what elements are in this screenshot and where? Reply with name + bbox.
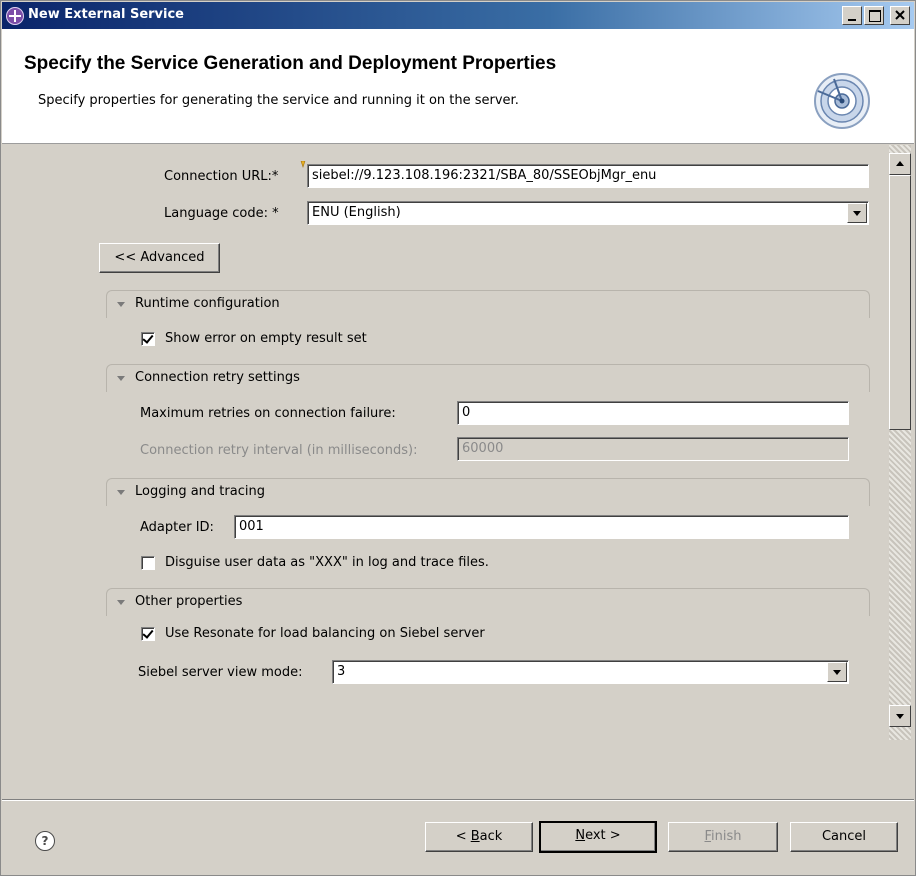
next-button[interactable]: Next > [539, 821, 657, 853]
scroll-thumb[interactable] [889, 175, 911, 430]
view-mode-value: 3 [337, 664, 346, 679]
close-button[interactable] [890, 6, 910, 25]
wizard-header: Specify the Service Generation and Deplo… [2, 29, 914, 144]
section-connection-retry[interactable]: Connection retry settings [106, 364, 870, 392]
show-error-label: Show error on empty result set [165, 331, 367, 346]
window-title: New External Service [28, 7, 184, 22]
retry-interval-label: Connection retry interval (in millisecon… [140, 443, 418, 458]
scroll-up-button[interactable] [889, 153, 911, 175]
connection-url-input[interactable]: siebel://9.123.108.196:2321/SBA_80/SSEOb… [307, 164, 869, 188]
back-prefix: < [455, 829, 471, 844]
minimize-button[interactable] [842, 6, 862, 25]
connection-url-label: Connection URL:* [164, 169, 279, 184]
use-resonate-label: Use Resonate for load balancing on Siebe… [165, 626, 485, 641]
expand-triangle-icon [117, 600, 125, 605]
vertical-scrollbar[interactable] [889, 145, 911, 740]
scroll-down-button[interactable] [889, 705, 911, 727]
back-rest: ack [479, 829, 503, 844]
max-retries-input[interactable]: 0 [457, 401, 849, 425]
language-code-label: Language code: * [164, 206, 279, 221]
section-label: Runtime configuration [135, 296, 280, 311]
use-resonate-checkbox[interactable] [141, 627, 155, 641]
back-button[interactable]: < Back [425, 822, 533, 852]
view-mode-label: Siebel server view mode: [138, 665, 303, 680]
disguise-user-data-checkbox[interactable] [141, 556, 155, 570]
adapter-id-label: Adapter ID: [140, 520, 214, 535]
advanced-button[interactable]: << Advanced [99, 243, 220, 273]
maximize-button[interactable] [864, 6, 884, 25]
wizard-banner-icon [814, 73, 870, 129]
page-description: Specify properties for generating the se… [38, 93, 519, 108]
retry-interval-input: 60000 [457, 437, 849, 461]
adapter-id-input[interactable]: 001 [234, 515, 849, 539]
max-retries-label: Maximum retries on connection failure: [140, 406, 396, 421]
finish-button: Finish [668, 822, 778, 852]
title-bar[interactable]: New External Service [2, 2, 914, 29]
chevron-down-icon[interactable] [847, 203, 867, 223]
view-mode-select[interactable]: 3 [332, 660, 849, 684]
language-code-select[interactable]: ENU (English) [307, 201, 869, 225]
section-label: Logging and tracing [135, 484, 265, 499]
back-mnemonic: B [470, 829, 480, 844]
language-code-value: ENU (English) [312, 205, 401, 220]
section-other-properties[interactable]: Other properties [106, 588, 870, 616]
next-mnemonic: N [575, 828, 586, 843]
section-runtime-configuration[interactable]: Runtime configuration [106, 290, 870, 318]
show-error-checkbox[interactable] [141, 332, 155, 346]
dialog-window: New External Service Specify the Service… [0, 0, 916, 876]
footer-divider [2, 799, 914, 801]
next-rest: ext > [585, 828, 621, 843]
properties-panel: Connection URL:* siebel://9.123.108.196:… [2, 145, 914, 785]
section-label: Other properties [135, 594, 243, 609]
expand-triangle-icon [117, 490, 125, 495]
close-icon [895, 10, 905, 20]
required-field-icon [300, 161, 306, 168]
finish-rest: inish [711, 829, 742, 844]
app-icon [6, 7, 24, 25]
expand-triangle-icon [117, 302, 125, 307]
expand-triangle-icon [117, 376, 125, 381]
disguise-user-data-label: Disguise user data as "XXX" in log and t… [165, 555, 489, 570]
help-icon[interactable]: ? [35, 831, 55, 851]
section-label: Connection retry settings [135, 370, 300, 385]
chevron-down-icon[interactable] [827, 662, 847, 682]
page-title: Specify the Service Generation and Deplo… [24, 53, 557, 74]
cancel-button[interactable]: Cancel [790, 822, 898, 852]
section-logging-tracing[interactable]: Logging and tracing [106, 478, 870, 506]
